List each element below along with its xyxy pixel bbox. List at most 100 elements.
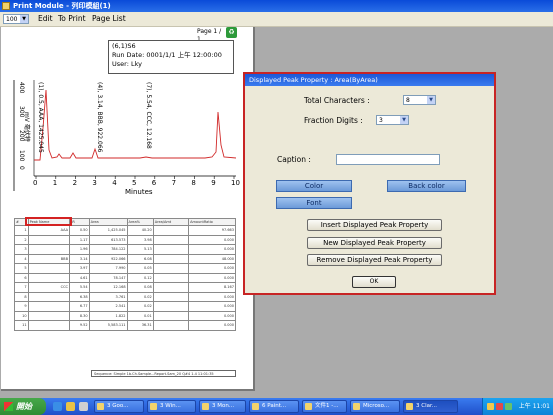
system-tray: 上午 11:01 xyxy=(482,398,553,415)
taskbar-button[interactable]: 3 Mon... xyxy=(199,400,246,413)
table-cell: 784.122 xyxy=(88,244,128,255)
fraction-digits-select[interactable]: 3 ▼ xyxy=(376,115,409,125)
insert-peak-property-button[interactable]: Insert Displayed Peak Property xyxy=(307,219,442,231)
x-tick: 2 xyxy=(72,179,78,187)
color-button[interactable]: Color xyxy=(276,180,352,192)
table-cell xyxy=(152,225,190,236)
column-header: Area xyxy=(88,218,128,226)
x-tick: 7 xyxy=(171,179,177,187)
column-header: Area% xyxy=(126,218,154,226)
table-cell: 6 xyxy=(14,272,29,283)
taskbar-button-label: 3 Win... xyxy=(160,403,181,409)
table-cell: 3.97 xyxy=(69,263,90,274)
table-cell xyxy=(27,320,71,331)
ok-button[interactable]: OK xyxy=(352,276,396,288)
browser-icon[interactable] xyxy=(53,402,62,411)
table-row: 1 AAA 0.50 1,425.045 40.20 97.663 xyxy=(14,225,236,236)
table-row: 10 8.30 1.822 0.01 0.000 xyxy=(14,310,236,321)
report-footer: Sequence: Simple 1b.Ch.Sample...Report.S… xyxy=(91,370,236,377)
x-tick: 10 xyxy=(231,179,240,187)
y-tick: 200 xyxy=(18,130,25,142)
taskbar-button[interactable]: 3 Win... xyxy=(147,400,196,413)
window-icon xyxy=(305,403,312,410)
window-icon xyxy=(150,403,157,410)
folder-icon[interactable] xyxy=(66,402,75,411)
taskbar-button[interactable]: Microso... xyxy=(350,400,400,413)
taskbar-button-label: 3 Mon... xyxy=(212,403,235,409)
table-row: 11 9.52 5,583.111 36.31 0.000 xyxy=(14,320,236,331)
table-cell: 9 xyxy=(14,301,29,312)
taskbar-button[interactable]: 3 Goo... xyxy=(94,400,144,413)
desktop-icon[interactable] xyxy=(79,402,88,411)
table-cell: 78.147 xyxy=(88,272,128,283)
font-button[interactable]: Font xyxy=(276,197,352,209)
table-cell: 48.000 xyxy=(188,253,236,264)
table-cell: BBB xyxy=(27,253,71,264)
displayed-peak-property-dialog: Displayed Peak Property : Area(ByArea) T… xyxy=(243,72,496,295)
table-row: 9 6.77 2.541 0.02 0.000 xyxy=(14,301,236,312)
table-cell: 4.61 xyxy=(69,272,90,283)
tray-icon[interactable] xyxy=(505,403,512,410)
new-peak-property-button[interactable]: New Displayed Peak Property xyxy=(307,237,442,249)
table-cell: 12.168 xyxy=(88,282,128,293)
x-axis-label: Minutes xyxy=(125,188,153,196)
taskbar-button-label: 6 Paint... xyxy=(262,403,287,409)
table-cell: 8.167 xyxy=(188,282,236,293)
taskbar-button[interactable]: 3 Clar... xyxy=(403,400,458,413)
table-cell: 36.31 xyxy=(126,320,154,331)
column-header: Area/Amt xyxy=(152,218,190,226)
window-icon xyxy=(353,403,360,410)
table-cell: 0.12 xyxy=(126,272,154,283)
caption-input[interactable] xyxy=(336,154,440,165)
table-cell: 6.77 xyxy=(69,301,90,312)
table-cell: 5.13 xyxy=(126,244,154,255)
table-cell: 0.50 xyxy=(69,225,90,236)
table-cell xyxy=(152,291,190,302)
taskbar-button-label: 3 Clar... xyxy=(416,403,437,409)
taskbar-button[interactable]: 文件1 -... xyxy=(302,400,347,413)
total-characters-value: 8 xyxy=(406,97,410,104)
caption-label: Caption : xyxy=(277,155,311,164)
total-characters-select[interactable]: 8 ▼ xyxy=(403,95,436,105)
table-cell xyxy=(27,291,71,302)
taskbar-button[interactable]: 6 Paint... xyxy=(249,400,299,413)
table-cell: 613.573 xyxy=(88,234,128,245)
x-tick: 8 xyxy=(191,179,196,187)
table-cell: 0.000 xyxy=(188,310,236,321)
start-button[interactable]: 開始 xyxy=(0,398,46,415)
window-icon xyxy=(252,403,259,410)
table-cell: 0.000 xyxy=(188,301,236,312)
tray-icon[interactable] xyxy=(496,403,503,410)
table-cell xyxy=(152,244,190,255)
table-cell: 7.990 xyxy=(88,263,128,274)
window-icon xyxy=(406,403,413,410)
table-cell xyxy=(152,253,190,264)
y-tick: 300 xyxy=(18,106,25,118)
dialog-title[interactable]: Displayed Peak Property : Area(ByArea) xyxy=(245,74,494,86)
table-cell xyxy=(152,272,190,283)
table-cell xyxy=(152,282,190,293)
table-cell: 2.541 xyxy=(88,301,128,312)
table-cell: 0.000 xyxy=(188,263,236,274)
table-cell: 3.98 xyxy=(126,234,154,245)
x-tick: 3 xyxy=(92,179,97,187)
table-cell: 1.17 xyxy=(69,234,90,245)
remove-peak-property-button[interactable]: Remove Displayed Peak Property xyxy=(307,254,442,266)
table-cell: 8 xyxy=(14,291,29,302)
table-cell: 0.05 xyxy=(126,263,154,274)
table-row: 4 BBB 3.14 922.066 6.08 48.000 xyxy=(14,253,236,264)
table-cell: 2 xyxy=(14,234,29,245)
back-color-button[interactable]: Back color xyxy=(387,180,466,192)
windows-flag-icon xyxy=(4,402,13,411)
taskbar: 開始 3 Goo... 3 Win... 3 Mon... 6 Paint... 文件1… xyxy=(0,398,553,415)
x-tick: 4 xyxy=(112,179,117,187)
chevron-down-icon[interactable]: ▼ xyxy=(400,116,408,124)
chromatogram-trace xyxy=(34,89,237,161)
y-tick: 100 xyxy=(18,150,25,162)
table-cell: 0.000 xyxy=(188,291,236,302)
tray-icon[interactable] xyxy=(487,403,494,410)
table-cell xyxy=(152,234,190,245)
chevron-down-icon[interactable]: ▼ xyxy=(427,96,435,104)
fraction-digits-value: 3 xyxy=(379,117,383,124)
table-cell: 9.52 xyxy=(69,320,90,331)
